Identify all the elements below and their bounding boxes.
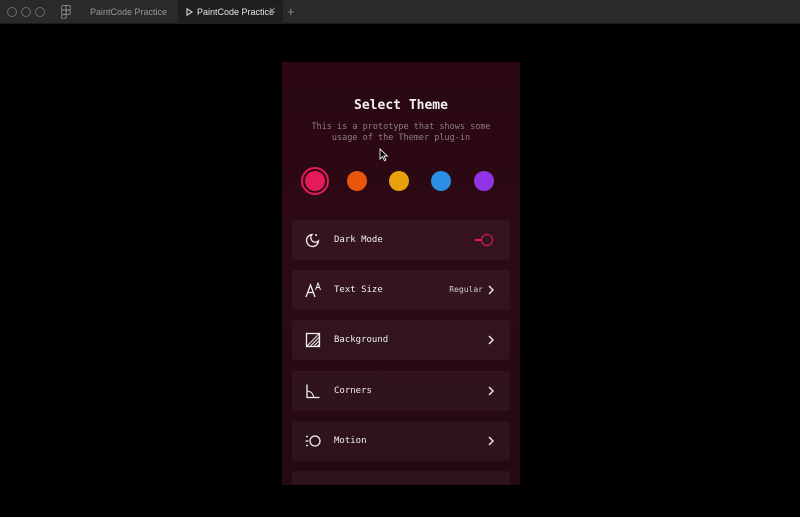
dark-mode-toggle-knob[interactable] — [481, 234, 493, 246]
setting-row-motion[interactable]: Motion — [292, 421, 510, 461]
figma-logo-icon[interactable] — [61, 5, 71, 19]
mouse-cursor-icon — [379, 148, 389, 162]
color-swatch-purple[interactable] — [474, 171, 494, 191]
text-size-icon — [305, 282, 321, 298]
tab-paintcode-practice-active[interactable]: PaintCode Practice ✕ — [178, 0, 283, 24]
minimize-window-button[interactable] — [21, 7, 31, 17]
background-icon — [305, 332, 321, 348]
color-swatch-blue[interactable] — [431, 171, 451, 191]
chevron-right-icon — [488, 436, 494, 446]
setting-row-dark-mode[interactable]: Dark Mode — [292, 220, 510, 260]
play-icon — [186, 8, 193, 16]
zoom-window-button[interactable] — [35, 7, 45, 17]
moon-icon — [305, 233, 320, 248]
tab-close-icon[interactable]: ✕ — [268, 0, 276, 24]
close-window-button[interactable] — [7, 7, 17, 17]
setting-label: Dark Mode — [334, 235, 383, 245]
new-tab-button[interactable]: + — [287, 0, 295, 24]
color-swatch-orange[interactable] — [347, 171, 367, 191]
window-titlebar: PaintCode Practice PaintCode Practice ✕ … — [0, 0, 800, 24]
text-size-value: Regular — [449, 285, 483, 294]
setting-row-corners[interactable]: Corners — [292, 371, 510, 411]
setting-row-text-size[interactable]: Text Size Regular — [292, 270, 510, 310]
setting-row-partial[interactable] — [292, 471, 510, 485]
chevron-right-icon — [488, 335, 494, 345]
page-title: Select Theme — [354, 98, 448, 113]
tab-label: PaintCode Practice — [90, 7, 168, 17]
chevron-right-icon — [488, 285, 494, 295]
setting-label: Text Size — [334, 285, 383, 295]
tab-label: PaintCode Practice — [197, 7, 275, 17]
setting-label: Corners — [334, 386, 372, 396]
tab-paintcode-practice-inactive[interactable]: PaintCode Practice — [90, 0, 167, 24]
chevron-right-icon — [488, 386, 494, 396]
setting-label: Background — [334, 335, 389, 345]
color-swatch-pink[interactable] — [305, 171, 325, 191]
page-subtitle: This is a prototype that shows some usag… — [311, 122, 491, 143]
setting-row-background[interactable]: Background — [292, 320, 510, 360]
color-swatch-yellow[interactable] — [389, 171, 409, 191]
corners-icon — [306, 384, 320, 399]
setting-label: Motion — [334, 436, 367, 446]
motion-icon — [305, 435, 321, 447]
